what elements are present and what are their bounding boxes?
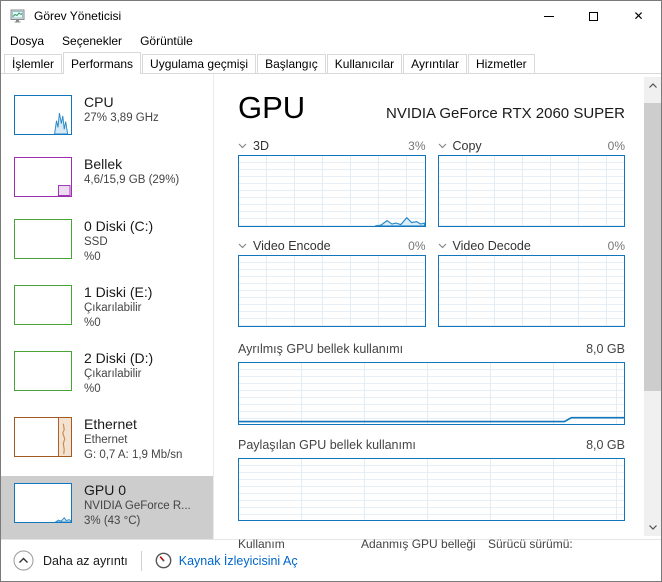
- stat-kullanim-label: Kullanım: [238, 537, 285, 551]
- engine-copy-percent: 0%: [607, 139, 625, 153]
- disk2-mini-chart: [14, 351, 72, 391]
- chevron-down-icon: [238, 143, 247, 149]
- shared-memory-chart: [238, 458, 625, 521]
- menu-dosya[interactable]: Dosya: [10, 32, 53, 52]
- chevron-down-icon: [438, 243, 446, 249]
- minimize-icon[interactable]: [526, 1, 571, 31]
- footer-divider: [140, 550, 142, 571]
- close-icon[interactable]: ✕: [616, 1, 661, 31]
- engine-selector-copy[interactable]: Copy: [438, 139, 482, 153]
- disk0-mini-chart: [14, 219, 72, 259]
- sidebar-ethernet-name: Ethernet: [84, 434, 128, 446]
- tab-performans[interactable]: Performans: [63, 52, 142, 74]
- dedicated-memory-max: 8,0 GB: [586, 341, 625, 356]
- engine-selector-video-encode[interactable]: Video Encode: [238, 239, 331, 253]
- ethernet-mini-chart: [14, 417, 72, 457]
- tab-kullanicilar[interactable]: Kullanıcılar: [326, 54, 403, 73]
- engine-3d-percent: 3%: [408, 139, 426, 153]
- sidebar-disk1-type: Çıkarılabilir: [84, 302, 142, 314]
- cpu-mini-chart: [14, 95, 72, 135]
- page-title: GPU: [238, 90, 306, 125]
- menu-goruntule[interactable]: Görüntüle: [140, 32, 202, 52]
- task-manager-monitor-icon: [10, 9, 25, 23]
- maximize-icon[interactable]: [571, 1, 616, 31]
- tab-ayrintilar[interactable]: Ayrıntılar: [403, 54, 467, 73]
- gpu-detail-panel: GPU NVIDIA GeForce RTX 2060 SUPER 3D 3% …: [214, 74, 661, 551]
- scrollbar-thumb[interactable]: [644, 103, 661, 391]
- gpu-stats-row: Kullanım Adanmış GPU belleği Sürücü sürü…: [238, 537, 625, 551]
- resource-monitor-label: Kaynak İzleyicisini Aç: [178, 553, 298, 568]
- shared-memory-label: Paylaşılan GPU bellek kullanımı: [238, 437, 416, 452]
- memory-mini-chart: [14, 157, 72, 197]
- sidebar-disk1-title: 1 Diski (E:): [84, 284, 153, 300]
- sidebar-disk0-title: 0 Diski (C:): [84, 218, 154, 234]
- sidebar-cpu-stats: 27% 3,89 GHz: [84, 112, 159, 124]
- sidebar-disk2-title: 2 Diski (D:): [84, 350, 154, 366]
- chevron-down-icon: [238, 243, 247, 249]
- gpu-copy-chart: [437, 155, 625, 227]
- tab-baslangic[interactable]: Başlangıç: [257, 54, 326, 73]
- sidebar-disk1-usage: %0: [84, 317, 101, 329]
- scroll-down-icon[interactable]: [644, 519, 661, 536]
- gpu-video-encode-chart: [238, 255, 426, 327]
- window-title: Görev Yöneticisi: [34, 9, 122, 23]
- vertical-scrollbar[interactable]: [644, 77, 661, 536]
- sidebar-disk2-type: Çıkarılabilir: [84, 368, 142, 380]
- tab-uygulama-gecmisi[interactable]: Uygulama geçmişi: [142, 54, 257, 73]
- title-bar: Görev Yöneticisi ✕: [1, 1, 661, 31]
- engine-selector-3d[interactable]: 3D: [238, 139, 269, 153]
- tab-strip: İşlemler Performans Uygulama geçmişi Baş…: [1, 52, 661, 74]
- sidebar-disk0-usage: %0: [84, 251, 101, 263]
- gpu-mini-chart: [14, 483, 72, 523]
- disk1-mini-chart: [14, 285, 72, 325]
- sidebar-ethernet-speed: G: 0,7 A: 1,9 Mb/sn: [84, 449, 183, 461]
- engine-video-decode-percent: 0%: [607, 239, 625, 253]
- sidebar-gpu-title: GPU 0: [84, 482, 127, 498]
- engine-selector-video-decode[interactable]: Video Decode: [438, 239, 531, 253]
- gpu-video-decode-chart: [437, 255, 625, 327]
- sidebar-item-disk2[interactable]: 2 Diski (D:) Çıkarılabilir %0: [1, 344, 213, 410]
- sidebar-item-cpu[interactable]: CPU 27% 3,89 GHz: [1, 88, 213, 150]
- scroll-up-icon[interactable]: [644, 77, 661, 94]
- dedicated-memory-chart: [238, 362, 625, 425]
- gpu-3d-chart: [238, 155, 426, 227]
- menu-bar: Dosya Seçenekler Görüntüle: [1, 31, 661, 52]
- fewer-details-label: Daha az ayrıntı: [43, 553, 128, 568]
- sidebar-disk2-usage: %0: [84, 383, 101, 395]
- sidebar-gpu-stats: 3% (43 °C): [84, 515, 141, 527]
- menu-secenekler[interactable]: Seçenekler: [62, 32, 131, 52]
- tab-islemler[interactable]: İşlemler: [4, 54, 63, 73]
- fewer-details-button[interactable]: Daha az ayrıntı: [13, 550, 128, 571]
- dedicated-memory-label: Ayrılmış GPU bellek kullanımı: [238, 341, 404, 356]
- shared-memory-max: 8,0 GB: [586, 437, 625, 452]
- tab-hizmetler[interactable]: Hizmetler: [467, 54, 535, 73]
- sidebar-bellek-title: Bellek: [84, 156, 123, 172]
- sidebar-item-gpu0[interactable]: GPU 0 NVIDIA GeForce R... 3% (43 °C): [1, 476, 213, 539]
- sidebar-gpu-name: NVIDIA GeForce R...: [84, 500, 191, 512]
- resource-monitor-gauge-icon: [155, 552, 172, 569]
- sidebar-item-ethernet[interactable]: Ethernet Ethernet G: 0,7 A: 1,9 Mb/sn: [1, 410, 213, 476]
- sidebar-cpu-title: CPU: [84, 94, 114, 110]
- sidebar-item-bellek[interactable]: Bellek 4,6/15,9 GB (29%): [1, 150, 213, 212]
- stat-surucu-surumu-label: Sürücü sürümü:: [488, 537, 573, 551]
- sidebar-item-disk0[interactable]: 0 Diski (C:) SSD %0: [1, 212, 213, 278]
- task-manager-window: Görev Yöneticisi ✕ Dosya Seçenekler Görü…: [0, 0, 662, 582]
- sidebar-bellek-stats: 4,6/15,9 GB (29%): [84, 174, 180, 186]
- sidebar-item-disk1[interactable]: 1 Diski (E:) Çıkarılabilir %0: [1, 278, 213, 344]
- stat-adanmis-bellek-label: Adanmış GPU belleği: [361, 537, 476, 551]
- sidebar-disk0-type: SSD: [84, 236, 108, 248]
- performance-sidebar: CPU 27% 3,89 GHz Bellek 4,6/15,9 GB (29%…: [1, 74, 214, 539]
- chevron-up-circle-icon: [13, 550, 34, 571]
- open-resource-monitor-link[interactable]: Kaynak İzleyicisini Aç: [155, 552, 298, 569]
- engine-video-encode-percent: 0%: [408, 239, 426, 253]
- gpu-device-name: NVIDIA GeForce RTX 2060 SUPER: [386, 105, 625, 122]
- chevron-down-icon: [438, 143, 446, 149]
- sidebar-ethernet-title: Ethernet: [84, 416, 137, 432]
